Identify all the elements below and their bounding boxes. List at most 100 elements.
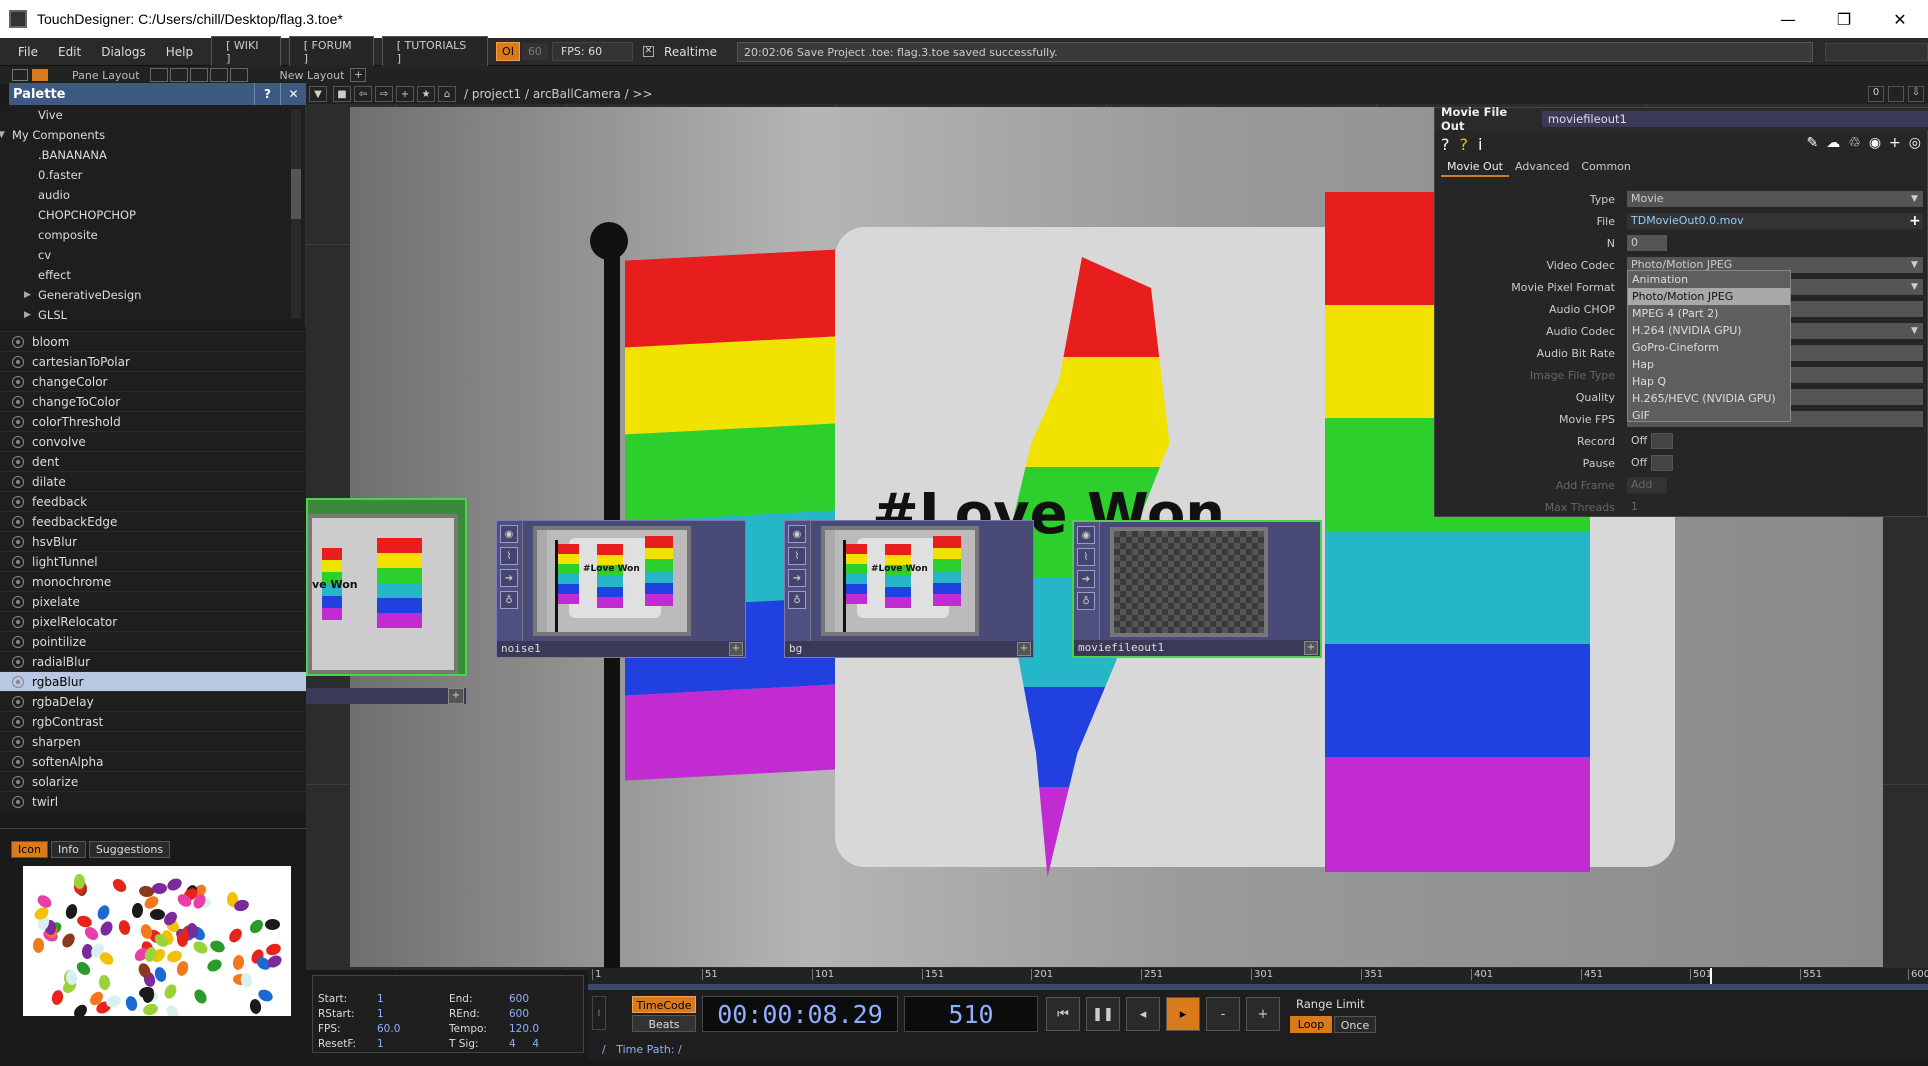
tab-suggestions[interactable]: Suggestions bbox=[88, 841, 171, 858]
palette-item[interactable]: dent bbox=[0, 451, 306, 471]
expand-arrow-icon[interactable]: ▼ bbox=[0, 130, 12, 140]
node-add-icon[interactable]: + bbox=[1017, 642, 1031, 656]
star-icon[interactable]: ★ bbox=[417, 86, 435, 102]
add-layout-button[interactable]: + bbox=[350, 68, 367, 82]
tsig-a[interactable]: 4 bbox=[509, 1038, 516, 1050]
node-partial-add-icon[interactable]: + bbox=[448, 688, 464, 704]
python-help-icon[interactable]: ? bbox=[1460, 135, 1469, 154]
viewer-icon[interactable]: ◉ bbox=[500, 525, 518, 543]
beats-button[interactable]: Beats bbox=[632, 1015, 696, 1032]
codec-option[interactable]: GoPro-Cineform bbox=[1628, 339, 1790, 356]
tree-item[interactable]: audio bbox=[0, 185, 305, 205]
timecode-display[interactable]: 00:00:08.29 bbox=[702, 996, 898, 1032]
stop-icon[interactable]: ■ bbox=[333, 86, 351, 102]
tab-movie-out[interactable]: Movie Out bbox=[1441, 158, 1509, 177]
palette-item[interactable]: convolve bbox=[0, 431, 306, 451]
zero-button[interactable]: 0 bbox=[1868, 86, 1884, 102]
close-button[interactable]: ✕ bbox=[1872, 0, 1928, 38]
tree-item[interactable]: Vive bbox=[0, 105, 305, 125]
pause-icon[interactable]: ❚❚ bbox=[1086, 997, 1120, 1031]
palette-item[interactable]: cartesianToPolar bbox=[0, 351, 306, 371]
codec-option[interactable]: Hap bbox=[1628, 356, 1790, 373]
palette-item[interactable]: radialBlur bbox=[0, 651, 306, 671]
node-add-icon[interactable]: + bbox=[729, 642, 743, 656]
network-path[interactable]: / project1 / arcBallCamera / >> bbox=[464, 87, 653, 101]
python-icon[interactable]: ◉ bbox=[1869, 135, 1881, 151]
layout-1-button[interactable] bbox=[149, 68, 168, 82]
tab-common[interactable]: Common bbox=[1575, 158, 1637, 177]
palette-item[interactable]: feedbackEdge bbox=[0, 511, 306, 531]
tutorials-link[interactable]: [ TUTORIALS ] bbox=[381, 35, 489, 68]
start-value[interactable]: 1 bbox=[377, 992, 400, 1007]
rewind-icon[interactable]: ⏮ bbox=[1046, 997, 1080, 1031]
param-value[interactable]: Add bbox=[1627, 477, 1667, 493]
playhead[interactable] bbox=[1710, 968, 1712, 984]
codec-option[interactable]: Photo/Motion JPEG bbox=[1628, 288, 1790, 305]
palette-item[interactable]: pixelRelocator bbox=[0, 611, 306, 631]
palette-item[interactable]: changeToColor bbox=[0, 391, 306, 411]
comment-icon[interactable]: ☁ bbox=[1826, 135, 1840, 151]
menu-dialogs[interactable]: Dialogs bbox=[91, 45, 155, 59]
layout-icon[interactable] bbox=[12, 69, 28, 81]
loop-button[interactable]: Loop bbox=[1290, 1016, 1332, 1033]
layout-2-button[interactable] bbox=[169, 68, 188, 82]
viewer-icon[interactable]: ◉ bbox=[788, 525, 806, 543]
tree-item[interactable]: ▶ GenerativeDesign bbox=[0, 285, 305, 305]
codec-option[interactable]: Hap Q bbox=[1628, 373, 1790, 390]
tree-item[interactable]: composite bbox=[0, 225, 305, 245]
oi-button[interactable]: OI bbox=[496, 42, 520, 61]
palette-item[interactable]: softenAlpha bbox=[0, 751, 306, 771]
rstart-value[interactable]: 1 bbox=[377, 1007, 400, 1022]
rend-value[interactable]: 600 bbox=[509, 1007, 539, 1022]
clone-icon[interactable]: ♁ bbox=[1077, 592, 1095, 610]
toggle-button[interactable] bbox=[1651, 433, 1673, 449]
lock-icon[interactable]: ➔ bbox=[1077, 570, 1095, 588]
menu-arrow-icon[interactable]: ▼ bbox=[309, 86, 327, 102]
tab-advanced[interactable]: Advanced bbox=[1509, 158, 1575, 177]
node-name[interactable]: bg bbox=[785, 641, 1033, 657]
info-icon[interactable]: i bbox=[1478, 135, 1482, 154]
fps-setting-value[interactable]: 60.0 bbox=[377, 1022, 400, 1037]
video-codec-dropdown[interactable]: Animation Photo/Motion JPEG MPEG 4 (Part 2… bbox=[1627, 270, 1791, 422]
layout-5-button[interactable] bbox=[229, 68, 248, 82]
codec-option[interactable]: H.265/HEVC (NVIDIA GPU) bbox=[1628, 390, 1790, 407]
palette-item[interactable]: rgbaDelay bbox=[0, 691, 306, 711]
restore-button[interactable]: ❐ bbox=[1816, 0, 1872, 38]
collapse-arrow-icon[interactable]: ▶ bbox=[24, 290, 38, 300]
param-value[interactable]: 1 bbox=[1627, 499, 1647, 515]
tree-scroll-thumb[interactable] bbox=[291, 169, 301, 219]
realtime-checkbox[interactable]: ✕ bbox=[643, 46, 655, 57]
frame-display[interactable]: 510 bbox=[904, 996, 1038, 1032]
end-value[interactable]: 600 bbox=[509, 992, 539, 1007]
pin-icon[interactable]: ♲ bbox=[1848, 135, 1861, 151]
bypass-icon[interactable]: ⌇ bbox=[788, 547, 806, 565]
resetf-value[interactable]: 1 bbox=[377, 1037, 400, 1052]
palette-toggle-icon[interactable] bbox=[32, 69, 48, 81]
node-name[interactable]: noise1 bbox=[497, 641, 745, 657]
param-value[interactable]: Off bbox=[1627, 455, 1647, 471]
once-button[interactable]: Once bbox=[1334, 1016, 1376, 1033]
tree-item[interactable]: ▼ My Components bbox=[0, 125, 305, 145]
palette-item[interactable]: dilate bbox=[0, 471, 306, 491]
chevron-down-icon[interactable]: ▼ bbox=[1911, 326, 1918, 336]
lock-icon[interactable]: ➔ bbox=[788, 569, 806, 587]
param-value[interactable]: TDMovieOut0.0.mov bbox=[1627, 213, 1923, 229]
param-op-name[interactable]: moviefileout1 bbox=[1541, 111, 1928, 127]
node-moviefileout1[interactable]: ◉ ⌇ ➔ ♁ moviefileout1 + bbox=[1072, 520, 1322, 658]
node-bg[interactable]: ◉ ⌇ ➔ ♁ #Love Won bg + bbox=[784, 520, 1034, 658]
chevron-down-icon[interactable]: ▼ bbox=[1911, 282, 1918, 292]
menu-edit[interactable]: Edit bbox=[48, 45, 91, 59]
timeline-toggle[interactable]: I bbox=[592, 996, 606, 1030]
palette-item[interactable]: twirl bbox=[0, 791, 306, 811]
palette-item[interactable]: monochrome bbox=[0, 571, 306, 591]
bypass-icon[interactable]: ⌇ bbox=[500, 547, 518, 565]
palette-item[interactable]: hsvBlur bbox=[0, 531, 306, 551]
maximize-pane-icon[interactable] bbox=[1888, 86, 1904, 102]
clone-icon[interactable]: ♁ bbox=[500, 591, 518, 609]
viewer-icon[interactable]: ◉ bbox=[1077, 526, 1095, 544]
time-path[interactable]: Time Path: / bbox=[616, 1043, 682, 1056]
codec-option[interactable]: MPEG 4 (Part 2) bbox=[1628, 305, 1790, 322]
forum-link[interactable]: [ FORUM ] bbox=[288, 35, 374, 68]
search-field[interactable] bbox=[1825, 42, 1928, 61]
node-partial[interactable]: ve Won bbox=[306, 498, 467, 676]
